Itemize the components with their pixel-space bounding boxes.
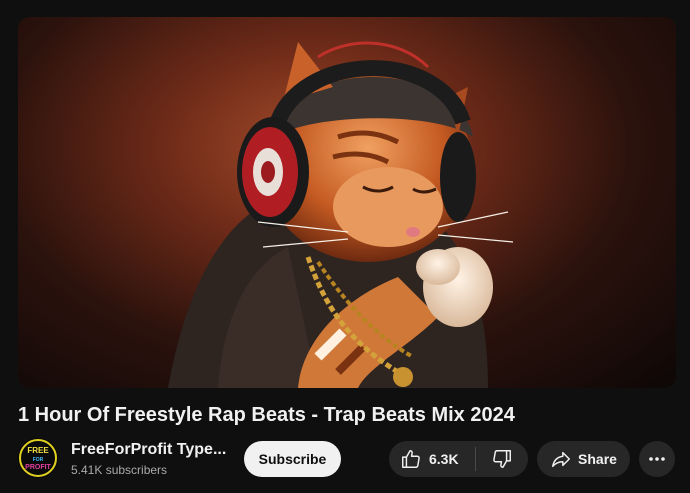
channel-name[interactable]: FreeForProfit Type... [71, 441, 226, 459]
dislike-button[interactable] [476, 441, 528, 477]
channel-avatar[interactable]: FREE FOR PROFIT [18, 438, 58, 478]
channel-logo-icon: FREE FOR PROFIT [18, 438, 58, 478]
more-actions-button[interactable] [639, 441, 675, 477]
like-dislike-group: 6.3K [389, 441, 528, 477]
svg-text:FREE: FREE [27, 446, 49, 455]
video-player[interactable] [18, 17, 676, 388]
svg-text:PROFIT: PROFIT [25, 464, 51, 471]
like-count: 6.3K [429, 451, 459, 467]
svg-text:FOR: FOR [33, 457, 44, 463]
subscribe-label: Subscribe [258, 451, 327, 467]
subscribe-button[interactable]: Subscribe [244, 441, 341, 477]
thumbs-down-icon [491, 448, 513, 470]
video-title: 1 Hour Of Freestyle Rap Beats - Trap Bea… [18, 404, 515, 426]
more-horizontal-icon [647, 449, 667, 469]
subscriber-count: 5.41K subscribers [71, 463, 168, 477]
like-button[interactable]: 6.3K [389, 441, 475, 477]
cat-headphones-artwork [168, 41, 514, 388]
share-label: Share [578, 451, 617, 467]
share-button[interactable]: Share [537, 441, 630, 477]
share-arrow-icon [550, 448, 572, 470]
thumbs-up-icon [400, 448, 422, 470]
